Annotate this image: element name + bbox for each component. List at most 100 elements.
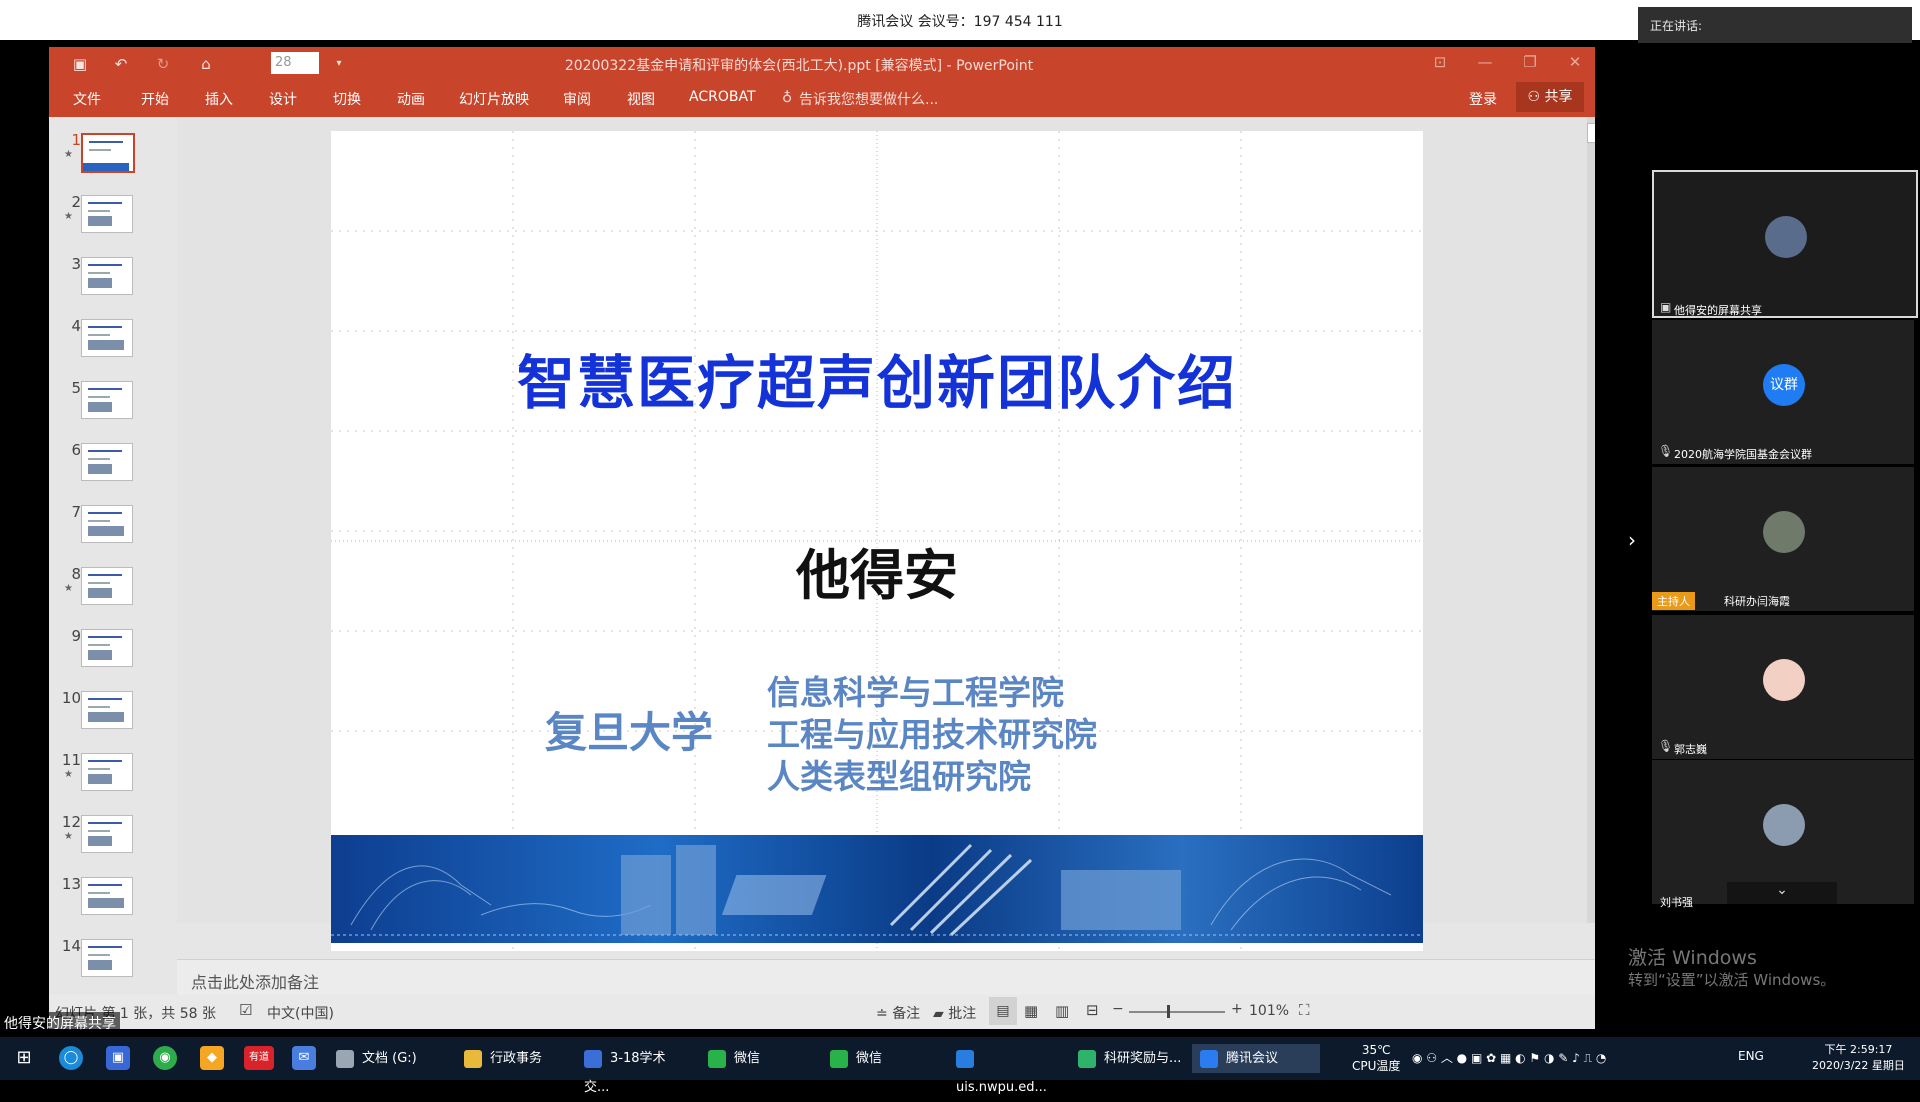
tab-design[interactable]: 设计 (269, 89, 297, 109)
redo-icon[interactable]: ↻ (152, 53, 174, 75)
tab-animations[interactable]: 动画 (397, 89, 425, 109)
tell-me-input[interactable]: 告诉我您想要做什么... (799, 89, 938, 109)
taskbar-app-button[interactable]: 微信 (822, 1044, 938, 1073)
taskbar-app-button[interactable]: uis.nwpu.ed... (948, 1044, 1060, 1095)
thumbnail-title-line (88, 574, 122, 576)
slide-thumbnail-pane[interactable]: 1 ★ 2 ★ 3 4 5 6 7 8 ★ 9 10 11 ★ 12 ★ 13 14 (49, 117, 177, 981)
slide-title[interactable]: 智慧医疗超声创新团队介绍 (331, 336, 1423, 420)
youdao-icon[interactable]: 有道 (244, 1046, 274, 1070)
tray-icons[interactable]: ◉ ⚇ ︿ ● ▣ ✿ ▦ ◐ ⚑ ◑ ✎ ♪ ⎍ ◔ (1412, 1049, 1606, 1066)
collapse-panel-chevron-icon[interactable]: › (1628, 528, 1636, 552)
store-icon[interactable]: ▣ (106, 1046, 130, 1070)
zoom-level[interactable]: 101% (1249, 1003, 1289, 1019)
slide-thumbnail[interactable] (81, 257, 133, 295)
slide-institute-1[interactable]: 信息科学与工程学院 (767, 666, 1064, 714)
thumbnail-image (88, 898, 124, 908)
reading-view-icon[interactable]: ▥ (1055, 1002, 1069, 1020)
slide-thumbnail[interactable] (81, 133, 135, 173)
notes-pane[interactable]: 点击此处添加备注 (177, 959, 1595, 996)
zoom-slider[interactable] (1129, 1011, 1225, 1013)
thumbnail-title-line (89, 141, 123, 143)
taskbar-app-button[interactable]: 3-18学术交... (576, 1044, 690, 1095)
thumbnail-text-line (88, 520, 110, 522)
slideshow-icon[interactable]: ⊟ (1086, 1001, 1099, 1019)
font-size-input[interactable]: 28 (271, 52, 319, 74)
notes-toggle[interactable]: ≐ 备注 (876, 1003, 920, 1023)
spellcheck-icon[interactable]: ☑ (239, 1001, 252, 1019)
undo-icon[interactable]: ↶ (110, 53, 132, 75)
language-status[interactable]: 中文(中国) (267, 1003, 334, 1023)
tab-slideshow[interactable]: 幻灯片放映 (459, 89, 529, 109)
slide-thumbnail[interactable] (81, 753, 133, 791)
tab-insert[interactable]: 插入 (205, 89, 233, 109)
input-language[interactable]: ENG (1738, 1049, 1764, 1063)
video-tile-participant[interactable]: 刘书强 ⌄ (1652, 760, 1914, 909)
comments-toggle[interactable]: ▰ 批注 (933, 1003, 976, 1023)
video-tile-group[interactable]: 议群 🎙 2020航海学院国基金会议群 (1652, 320, 1914, 464)
taskbar-app-button[interactable]: 科研奖励与... (1070, 1044, 1182, 1073)
scrollbar-thumb[interactable] (1587, 123, 1595, 143)
thumbnail-number: 7 (71, 503, 81, 521)
notes-placeholder[interactable]: 点击此处添加备注 (191, 969, 319, 993)
slide-thumbnail[interactable] (81, 195, 133, 233)
taskbar-app-label: 文档 (G:) (362, 1051, 417, 1066)
video-tile-host[interactable]: 主持人 科研办闫海霞 (1652, 467, 1914, 611)
taskbar-app-label: 微信 (734, 1051, 761, 1066)
current-slide[interactable]: 智慧医疗超声创新团队介绍 他得安 复旦大学 信息科学与工程学院 工程与应用技术研… (331, 131, 1423, 951)
search-icon[interactable]: ◯ (59, 1046, 83, 1070)
tab-file[interactable]: 文件 (73, 89, 101, 109)
window-title: 20200322基金申请和评审的体会(西北工大).ppt [兼容模式] - Po… (564, 58, 1034, 74)
app-icon[interactable]: ◆ (200, 1046, 224, 1070)
fit-to-window-icon[interactable]: ⛶ (1299, 1001, 1310, 1019)
tab-transitions[interactable]: 切换 (333, 89, 361, 109)
slide-thumbnail[interactable] (81, 319, 133, 357)
tab-home[interactable]: 开始 (141, 89, 169, 109)
clock[interactable]: 下午 2:59:17 2020/3/22 星期日 (1812, 1041, 1905, 1073)
customize-qat-icon[interactable]: ▾ (328, 53, 350, 75)
taskbar-app-button[interactable]: 文档 (G:) (328, 1044, 446, 1073)
browser-icon[interactable]: ◉ (153, 1046, 177, 1070)
thumbnail-text-line (88, 582, 110, 584)
taskbar-app-button[interactable]: 腾讯会议 (1192, 1044, 1320, 1073)
zoom-in-icon[interactable]: + (1231, 1001, 1243, 1017)
slide-university[interactable]: 复旦大学 (545, 699, 713, 760)
video-tile-participant[interactable]: 🎙 郭志巍 (1652, 615, 1914, 759)
zoom-slider-thumb[interactable] (1167, 1005, 1170, 1018)
slide-author[interactable]: 他得安 (331, 531, 1423, 610)
save-icon[interactable]: ▣ (69, 53, 91, 75)
slide-institute-3[interactable]: 人类表型组研究院 (767, 750, 1031, 798)
slide-thumbnail[interactable] (81, 877, 133, 915)
slide-institute-2[interactable]: 工程与应用技术研究院 (767, 708, 1097, 756)
participant-name: 他得安的屏幕共享 (1674, 304, 1762, 317)
presenter-icon[interactable]: ⌂ (195, 53, 217, 75)
slide-thumbnail[interactable] (81, 505, 133, 543)
taskbar-app-button[interactable]: 微信 (700, 1044, 812, 1073)
thumbnail-title-line (88, 326, 122, 328)
minimize-icon[interactable]: — (1473, 53, 1497, 73)
maximize-icon[interactable]: ❐ (1518, 53, 1542, 73)
slide-thumbnail[interactable] (81, 629, 133, 667)
slide-thumbnail[interactable] (81, 381, 133, 419)
slide-thumbnail[interactable] (81, 939, 133, 977)
vertical-scrollbar[interactable] (1587, 117, 1595, 923)
slide-sorter-icon[interactable]: ▦ (1024, 1002, 1038, 1020)
video-tile-screen-share[interactable]: ▣ 他得安的屏幕共享 (1652, 170, 1918, 318)
tab-review[interactable]: 审阅 (563, 89, 591, 109)
taskbar-app-button[interactable]: 行政事务 (456, 1044, 566, 1073)
slide-thumbnail[interactable] (81, 691, 133, 729)
share-button[interactable]: ⚇ 共享 (1516, 82, 1584, 112)
login-link[interactable]: 登录 (1469, 89, 1497, 109)
slide-thumbnail[interactable] (81, 815, 133, 853)
slide-thumbnail[interactable] (81, 443, 133, 481)
zoom-out-icon[interactable]: − (1112, 1001, 1124, 1017)
normal-view-icon[interactable]: ▤ (989, 997, 1017, 1025)
tab-acrobat[interactable]: ACROBAT (689, 89, 756, 105)
ribbon-display-icon[interactable]: ⊡ (1428, 53, 1452, 73)
tab-view[interactable]: 视图 (627, 89, 655, 109)
thumbnail-number: 5 (71, 379, 81, 397)
windows-start-icon[interactable]: ⊞ (12, 1046, 36, 1070)
mail-icon[interactable]: ✉ (292, 1046, 316, 1070)
slide-thumbnail[interactable] (81, 567, 133, 605)
chevron-down-icon[interactable]: ⌄ (1727, 882, 1837, 904)
close-icon[interactable]: ✕ (1563, 53, 1587, 73)
